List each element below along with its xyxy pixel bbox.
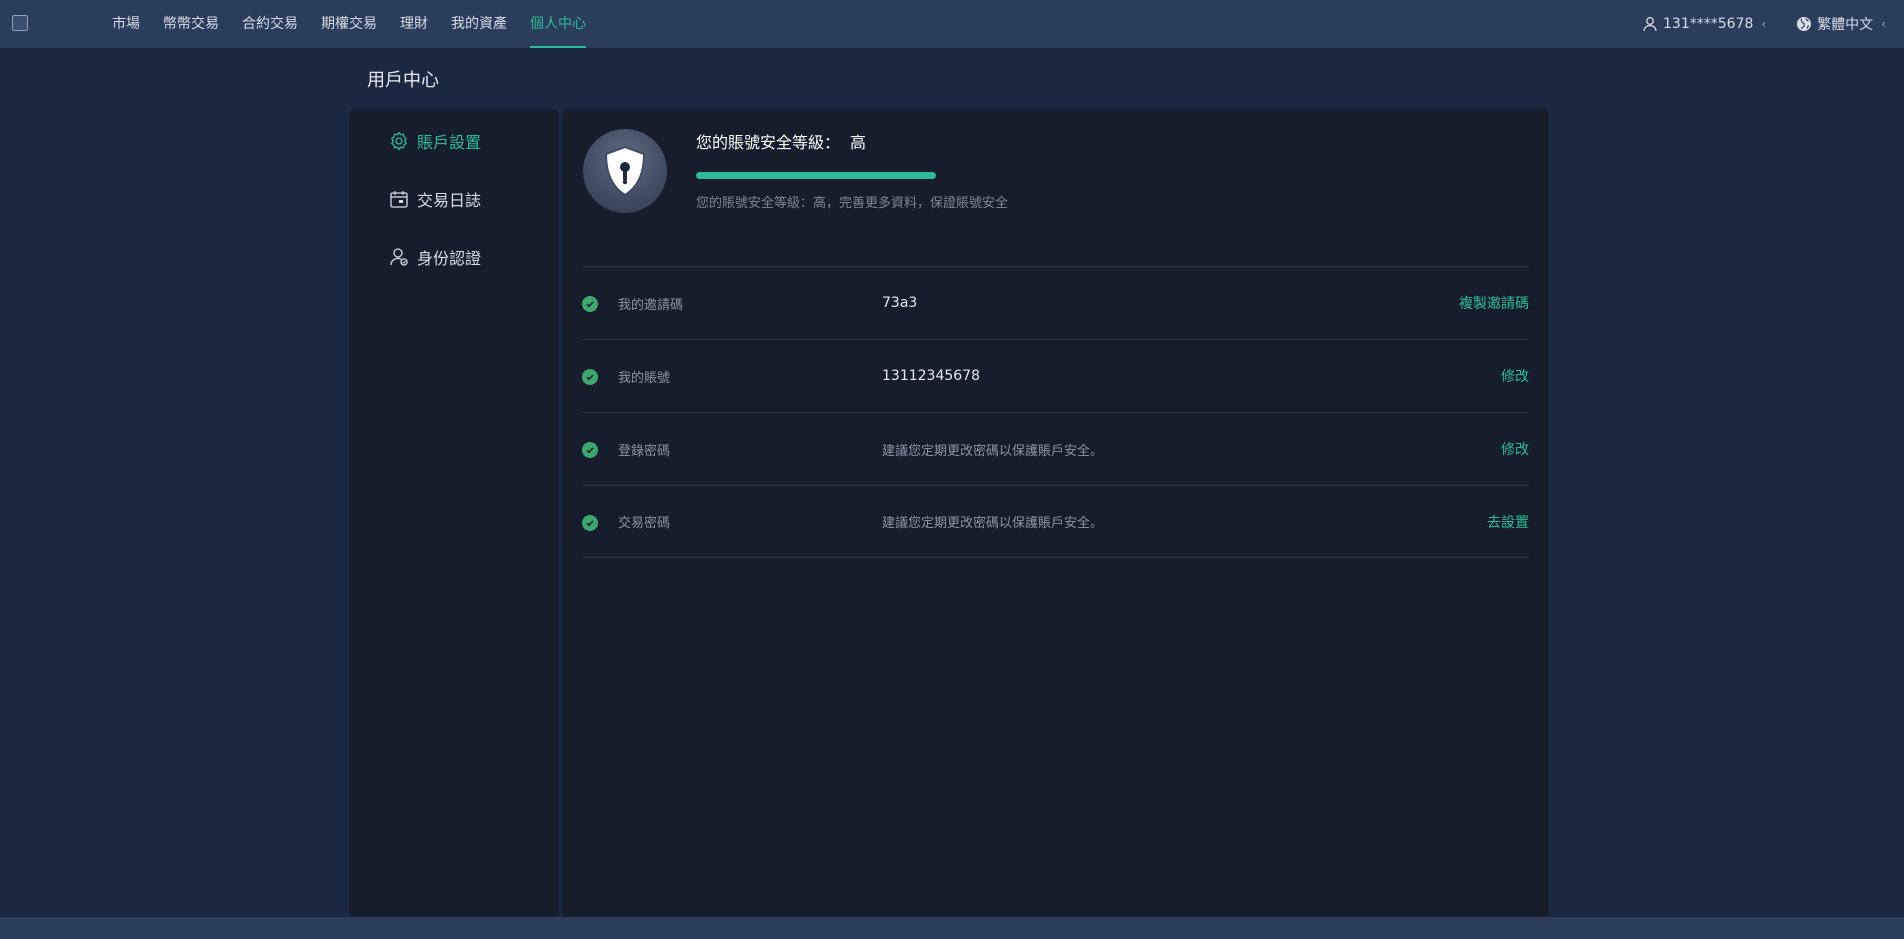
shield-lock-icon (604, 145, 646, 197)
login-password-hint: 建議您定期更改密碼以保護賬戶安全。 (882, 443, 1104, 459)
nav-item-options-trading[interactable]: 期權交易 (321, 0, 377, 48)
check-circle-icon (582, 369, 598, 385)
account-value: 13112345678 (882, 368, 980, 384)
user-icon (1643, 17, 1657, 32)
gear-icon (391, 131, 407, 151)
calendar-icon (390, 191, 408, 208)
nav-item-my-assets[interactable]: 我的資產 (451, 0, 507, 48)
modify-login-password-link[interactable]: 修改 (1501, 439, 1529, 459)
table-row: 我的賬號 13112345678 修改 (582, 339, 1529, 412)
sidebar: 賬戶設置 交易日誌 身份認證 (349, 109, 559, 917)
logo-image[interactable] (12, 15, 28, 31)
chevron-left-icon: ‹ (1761, 17, 1767, 31)
modify-account-link[interactable]: 修改 (1501, 366, 1529, 386)
security-description: 您的賬號安全等級：高，完善更多資料，保證賬號安全 (696, 196, 1009, 211)
page-title: 用戶中心 (367, 70, 439, 91)
table-row: 交易密碼 建議您定期更改密碼以保護賬戶安全。 去設置 (582, 485, 1529, 558)
table-row: 登錄密碼 建議您定期更改密碼以保護賬戶安全。 修改 (582, 412, 1529, 485)
nav-item-market[interactable]: 市場 (112, 0, 140, 48)
copy-invite-code-link[interactable]: 複製邀請碼 (1459, 293, 1529, 313)
top-right-controls: 131****5678 ‹ 繁體中文 ‹ (1642, 0, 1904, 48)
login-password-label: 登錄密碼 (618, 443, 671, 459)
invite-code-value: 73a3 (882, 295, 918, 311)
security-progress-bar (696, 172, 936, 179)
sidebar-item-trade-log[interactable]: 交易日誌 (389, 187, 481, 211)
top-navbar: 市場 幣幣交易 合約交易 期權交易 理財 我的資產 個人中心 131****56… (0, 0, 1904, 48)
language-label: 繁體中文 (1817, 17, 1874, 33)
sidebar-item-label: 交易日誌 (417, 191, 482, 210)
sidebar-item-label: 賬戶設置 (417, 133, 482, 152)
sidebar-item-label: 身份認證 (417, 249, 482, 268)
check-circle-icon (582, 515, 598, 531)
account-label: 我的賬號 (618, 370, 671, 386)
sidebar-item-account-settings[interactable]: 賬戶設置 (389, 129, 481, 153)
language-menu[interactable]: 繁體中文 ‹ (1796, 14, 1886, 34)
table-row: 我的邀請碼 73a3 複製邀請碼 (582, 266, 1529, 339)
security-level-label: 您的賬號安全等級： (696, 133, 841, 152)
security-level-value: 高 (850, 133, 867, 152)
nav-item-user-center[interactable]: 個人中心 (530, 0, 586, 48)
settings-list: 我的邀請碼 73a3 複製邀請碼 我的賬號 13112345678 修改 登錄密… (582, 266, 1529, 558)
security-level-title: 您的賬號安全等級： 高 (696, 129, 866, 153)
nav-item-spot-trading[interactable]: 幣幣交易 (163, 0, 219, 48)
invite-code-label: 我的邀請碼 (618, 297, 684, 313)
sidebar-item-identity-verification[interactable]: 身份認證 (389, 245, 481, 269)
trade-password-label: 交易密碼 (618, 516, 671, 531)
footer-bar (0, 917, 1904, 939)
security-badge (583, 129, 667, 213)
nav-item-contract-trading[interactable]: 合約交易 (242, 0, 298, 48)
check-circle-icon (582, 442, 598, 458)
chevron-left-icon: ‹ (1881, 17, 1886, 31)
main-nav: 市場 幣幣交易 合約交易 期權交易 理財 我的資產 個人中心 (112, 0, 609, 48)
set-trade-password-link[interactable]: 去設置 (1487, 512, 1529, 532)
nav-item-finance[interactable]: 理財 (400, 0, 428, 48)
account-settings-panel: 您的賬號安全等級： 高 您的賬號安全等級：高，完善更多資料，保證賬號安全 我的邀… (562, 109, 1549, 917)
user-account-label: 131****5678 (1663, 16, 1754, 32)
globe-icon (1797, 17, 1812, 31)
user-verify-icon (390, 248, 408, 266)
user-menu[interactable]: 131****5678 ‹ (1642, 16, 1766, 32)
trade-password-hint: 建議您定期更改密碼以保護賬戶安全。 (882, 516, 1104, 531)
check-circle-icon (582, 296, 598, 312)
security-progress-fill (696, 172, 936, 179)
